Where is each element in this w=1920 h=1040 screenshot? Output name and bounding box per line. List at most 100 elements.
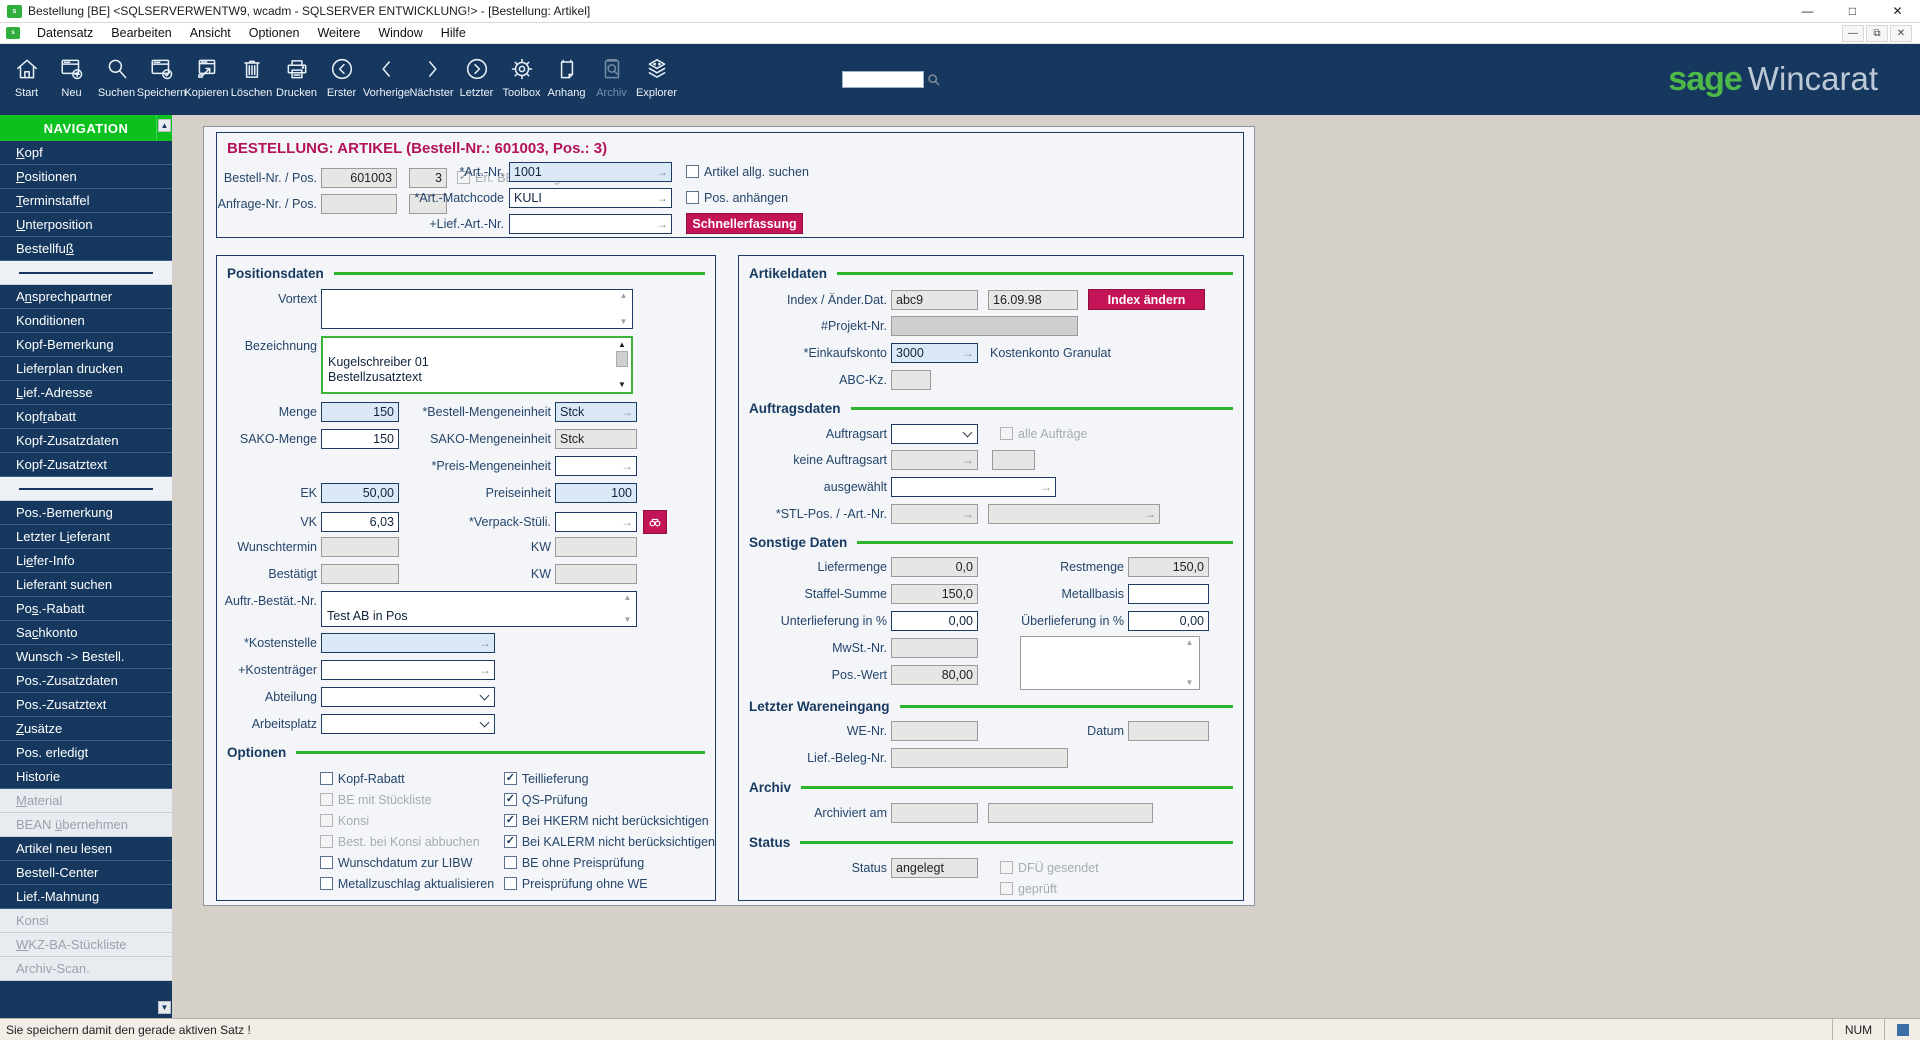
kw1-field[interactable] [555, 537, 637, 557]
archiviert-am-field[interactable] [891, 803, 978, 823]
stl-artnr-field[interactable]: → [988, 504, 1160, 524]
metallbasis-field[interactable] [1128, 584, 1209, 604]
checkbox-best-bei-konsi-abbuchen[interactable] [319, 835, 333, 848]
sidebar-item-pos-rabatt[interactable]: Pos.-Rabatt [0, 597, 172, 621]
sidebar-item-bestellfuß[interactable]: Bestellfuß [0, 237, 172, 261]
sidebar-item-kopf[interactable]: Kopf [0, 141, 172, 165]
mwst-field[interactable] [891, 638, 978, 658]
dfue-checkbox[interactable] [1000, 861, 1013, 874]
keine-auftragsart-field[interactable]: → [891, 450, 978, 470]
bezeichnung-textarea[interactable]: Kugelschreiber 01 Bestellzusatztext ▲ ▼ [321, 336, 633, 394]
lookup-arrow-icon[interactable]: → [1040, 480, 1052, 494]
sidebar-item-wkz-ba-stückliste[interactable]: WKZ-BA-Stückliste [0, 933, 172, 957]
checkbox-bei-kalerm-nicht-berücksichtigen[interactable] [503, 835, 517, 848]
keine-auftragsart-field-2[interactable] [992, 450, 1035, 470]
mdi-minimize-button[interactable]: — [1842, 24, 1864, 42]
maximize-button[interactable]: □ [1830, 0, 1875, 23]
index-field[interactable]: abc9 [891, 289, 978, 310]
geprueft-checkbox[interactable] [1000, 882, 1013, 895]
lookup-arrow-icon[interactable]: → [621, 405, 633, 419]
checkbox-preisprüfung-ohne-we[interactable] [503, 877, 517, 890]
lookup-arrow-icon[interactable]: → [621, 459, 633, 473]
checkbox-metallzuschlag-aktualisieren[interactable] [319, 877, 333, 890]
toolbar-kopieren-button[interactable]: Kopieren [184, 48, 229, 112]
auftragsart-dropdown[interactable] [891, 423, 978, 444]
pos-anhaengen-checkbox[interactable] [686, 191, 699, 204]
toolbar-neu-button[interactable]: Neu [49, 48, 94, 112]
archiviert-am-field-2[interactable] [988, 803, 1153, 823]
toolbar-vorherige-button[interactable]: Vorherige [363, 48, 410, 112]
unterlieferung-field[interactable]: 0,00 [891, 611, 978, 631]
auftr-bestaet-textarea[interactable]: Test AB in Pos ▲ ▼ [321, 591, 637, 627]
chevron-up-icon[interactable]: ▲ [1186, 639, 1194, 647]
sidebar-item-lieferplan-drucken[interactable]: Lieferplan drucken [0, 357, 172, 381]
lookup-arrow-icon[interactable]: → [479, 636, 491, 650]
toolbar-explorer-button[interactable]: Explorer [634, 48, 679, 112]
menu-weitere[interactable]: Weitere [308, 24, 369, 42]
staffel-field[interactable]: 150,0 [891, 584, 978, 604]
preis-me-field[interactable]: → [555, 456, 637, 476]
sidebar-item-positionen[interactable]: Positionen [0, 165, 172, 189]
sidebar-item-pos-erledigt[interactable]: Pos. erledigt [0, 741, 172, 765]
toolbar-speichern-button[interactable]: Speichern [137, 48, 186, 112]
arbeitsplatz-dropdown[interactable] [321, 714, 495, 734]
toolbar-drucken-button[interactable]: Drucken [274, 48, 319, 112]
sidebar-item-lieferant-suchen[interactable]: Lieferant suchen [0, 573, 172, 597]
checkbox-konsi[interactable] [319, 814, 333, 827]
kostenstelle-field[interactable]: → [321, 633, 495, 653]
ek-field[interactable]: 50,00 [321, 483, 399, 503]
verpack-field[interactable]: → [555, 512, 637, 532]
checkbox-kopf-rabatt[interactable] [319, 772, 333, 785]
toolbar-l-schen-button[interactable]: Löschen [229, 48, 274, 112]
artnr-field[interactable]: 1001 → [509, 161, 672, 182]
toolbar-anhang-button[interactable]: Anhang [544, 48, 589, 112]
restmenge-field[interactable]: 150,0 [1128, 557, 1209, 577]
sidebar-item-lief-adresse[interactable]: Lief.-Adresse [0, 381, 172, 405]
checkbox-be-mit-stückliste[interactable] [319, 793, 333, 806]
menu-bearbeiten[interactable]: Bearbeiten [102, 24, 180, 42]
lookup-arrow-icon[interactable]: → [962, 346, 974, 360]
sidebar-item-ansprechpartner[interactable]: Ansprechpartner [0, 285, 172, 309]
sidebar-item-liefer-info[interactable]: Liefer-Info [0, 549, 172, 573]
lief-artnr-field[interactable]: → [509, 213, 672, 234]
sidebar-item-konditionen[interactable]: Konditionen [0, 309, 172, 333]
menge-field[interactable]: 150 [321, 402, 399, 422]
abteilung-dropdown[interactable] [321, 687, 495, 707]
index-aendern-button[interactable]: Index ändern [1088, 289, 1205, 310]
lookup-arrow-icon[interactable]: → [656, 191, 668, 205]
menu-hilfe[interactable]: Hilfe [432, 24, 475, 42]
sidebar-item-pos-zusatzdaten[interactable]: Pos.-Zusatzdaten [0, 669, 172, 693]
scroll-up-icon[interactable]: ▲ [618, 340, 626, 350]
sidebar-item-bestell-center[interactable]: Bestell-Center [0, 861, 172, 885]
menu-window[interactable]: Window [369, 24, 431, 42]
kostentraeger-field[interactable]: → [321, 660, 495, 680]
sidebar-item-pos-bemerkung[interactable]: Pos.-Bemerkung [0, 501, 172, 525]
sidebar-item-historie[interactable]: Historie [0, 765, 172, 789]
we-nr-field[interactable] [891, 721, 978, 741]
chevron-down-icon[interactable]: ▼ [624, 616, 632, 624]
lookup-arrow-icon[interactable]: → [656, 165, 668, 179]
sidebar-item-bean-übernehmen[interactable]: BEAN übernehmen [0, 813, 172, 837]
lookup-arrow-icon[interactable]: → [621, 515, 633, 529]
datum-field[interactable] [1128, 721, 1209, 741]
sidebar-item-sachkonto[interactable]: Sachkonto [0, 621, 172, 645]
liefermenge-field[interactable]: 0,0 [891, 557, 978, 577]
sidebar-item-zusätze[interactable]: Zusätze [0, 717, 172, 741]
menu-datensatz[interactable]: Datensatz [28, 24, 102, 42]
toolbar-start-button[interactable]: Start [4, 48, 49, 112]
sidebar-item-lief-mahnung[interactable]: Lief.-Mahnung [0, 885, 172, 909]
sidebar-item-wunsch-bestell-[interactable]: Wunsch -> Bestell. [0, 645, 172, 669]
artikel-allg-checkbox[interactable] [686, 165, 699, 178]
sidebar-item-artikel-neu-lesen[interactable]: Artikel neu lesen [0, 837, 172, 861]
sidebar-item-pos-zusatztext[interactable]: Pos.-Zusatztext [0, 693, 172, 717]
aender-dat-field[interactable]: 16.09.98 [988, 289, 1078, 310]
sidebar-item-konsi[interactable]: Konsi [0, 909, 172, 933]
status-field[interactable]: angelegt [891, 857, 978, 878]
toolbar-toolbox-button[interactable]: Toolbox [499, 48, 544, 112]
checkbox-teillieferung[interactable] [503, 772, 517, 785]
toolbar-erster-button[interactable]: Erster [319, 48, 364, 112]
vortext-textarea[interactable]: ▲ ▼ [321, 289, 633, 329]
search-input[interactable] [842, 71, 924, 88]
sidebar-item-terminstaffel[interactable]: Terminstaffel [0, 189, 172, 213]
projekt-field[interactable] [891, 316, 1078, 336]
